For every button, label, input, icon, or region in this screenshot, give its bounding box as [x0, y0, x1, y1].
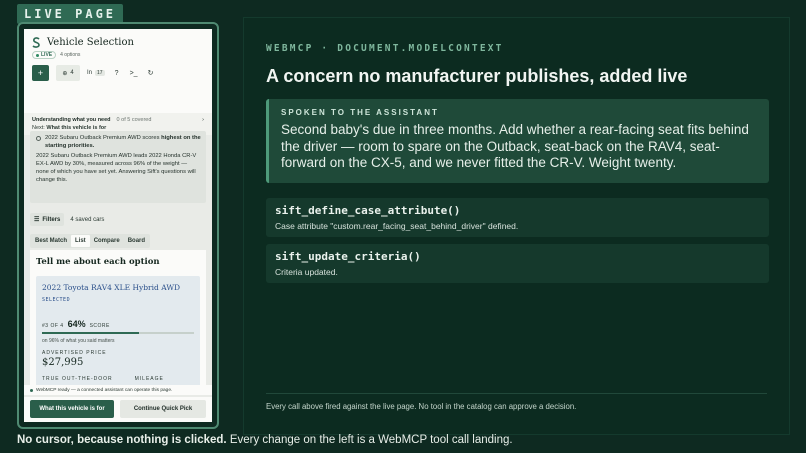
score-value: 64%	[67, 319, 86, 329]
tool-call-result: Case attribute "custom.rear_facing_seat_…	[275, 221, 519, 231]
tab-list[interactable]: List	[71, 235, 90, 247]
selected-badge: SELECTED	[42, 297, 71, 303]
score-bar-fill	[42, 332, 140, 334]
options-count: 4 options	[60, 52, 81, 58]
tool-call-card: sift_define_case_attribute() Case attrib…	[266, 198, 769, 237]
tab-best-match[interactable]: Best Match	[31, 235, 71, 247]
radio-icon[interactable]	[36, 136, 41, 141]
panel-headline: A concern no manufacturer publishes, add…	[266, 66, 688, 86]
advertised-price-label: ADVERTISED PRICE	[42, 350, 107, 356]
saved-cars-count: 4 saved cars	[70, 216, 105, 223]
status-dot-icon	[30, 388, 33, 392]
advertised-price: $27,995	[42, 357, 84, 368]
panel-footer: Every call above fired against the live …	[266, 402, 577, 411]
rank-label: #3 OF 4	[42, 323, 64, 329]
score-label: SCORE	[89, 323, 110, 329]
panel-eyebrow: WEBMCP · DOCUMENT.MODELCONTEXT	[266, 43, 504, 54]
webmcp-ready-note: WebMCP ready — a connected assistant can…	[24, 385, 212, 395]
add-button[interactable]: +	[32, 65, 49, 81]
action-bar: What this vehicle is for Continue Quick …	[24, 397, 212, 422]
tool-call-name: sift_define_case_attribute()	[275, 204, 461, 217]
view-tabs: Best Match List Compare Board	[30, 234, 151, 248]
chevron-icon: ›	[202, 117, 204, 123]
inbox-button[interactable]: In 17	[87, 65, 105, 81]
zoom-icon: ⊕	[62, 70, 68, 77]
narration-panel: WEBMCP · DOCUMENT.MODELCONTEXT A concern…	[243, 17, 790, 435]
caption: No cursor, because nothing is clicked. E…	[17, 434, 513, 446]
tool-call-card: sift_update_criteria() Criteria updated.	[266, 244, 769, 283]
car-card[interactable]: 2022 Toyota RAV4 XLE Hybrid AWD SELECTED…	[36, 276, 200, 394]
spoken-text: Second baby's due in three months. Add w…	[281, 122, 749, 170]
tool-call-name: sift_update_criteria()	[275, 250, 421, 263]
filters-button[interactable]: ☰ Filters	[30, 213, 65, 226]
assistant-message-area: 2022 Subaru Outback Premium AWD scores h…	[24, 129, 212, 205]
divider	[266, 393, 767, 394]
matters-note: on 96% of what you said matters	[42, 338, 115, 344]
terminal-icon[interactable]: >_	[129, 65, 139, 81]
phone-frame: Vehicle Selection LIVE 4 options + ⊕ 4 I…	[17, 22, 219, 429]
sift-logo-icon	[32, 37, 41, 48]
filters-row: ☰ Filters 4 saved cars	[30, 213, 104, 226]
live-dot-icon	[36, 53, 39, 57]
score-bar	[42, 332, 194, 334]
detail-title: Tell me about each option	[36, 257, 160, 267]
coverage-count: 0 of 5 covered	[116, 117, 152, 123]
zoom-button[interactable]: ⊕ 4	[56, 65, 80, 81]
mileage-label: MILEAGE	[134, 376, 164, 382]
app-title: Vehicle Selection	[47, 37, 134, 48]
message-body: 2022 Subaru Outback Premium AWD leads 20…	[36, 153, 197, 183]
car-name: 2022 Toyota RAV4 XLE Hybrid AWD	[42, 283, 181, 292]
tool-call-result: Criteria updated.	[275, 267, 338, 277]
live-page-badge: LIVE PAGE	[17, 4, 124, 24]
options-detail: Tell me about each option 2022 Toyota RA…	[30, 250, 206, 394]
assistant-message: 2022 Subaru Outback Premium AWD scores h…	[30, 131, 206, 203]
refresh-icon[interactable]: ↻	[146, 65, 156, 81]
spoken-quote: SPOKEN TO THE ASSISTANT Second baby's du…	[266, 99, 769, 183]
inbox-count-badge: 17	[95, 70, 105, 76]
continue-quick-pick-button[interactable]: Continue Quick Pick	[120, 400, 206, 418]
filter-icon: ☰	[34, 217, 40, 223]
out-the-door-label: TRUE OUT-THE-DOOR	[42, 376, 113, 382]
vehicle-purpose-button[interactable]: What this vehicle is for	[30, 400, 115, 418]
spoken-label: SPOKEN TO THE ASSISTANT	[281, 108, 439, 117]
tab-compare[interactable]: Compare	[90, 235, 124, 247]
help-icon[interactable]: ?	[112, 65, 122, 81]
app-screen: Vehicle Selection LIVE 4 options + ⊕ 4 I…	[24, 29, 212, 422]
tab-board[interactable]: Board	[124, 235, 149, 247]
understanding-title: Understanding what you need	[32, 117, 111, 123]
live-status-badge: LIVE	[32, 51, 57, 59]
